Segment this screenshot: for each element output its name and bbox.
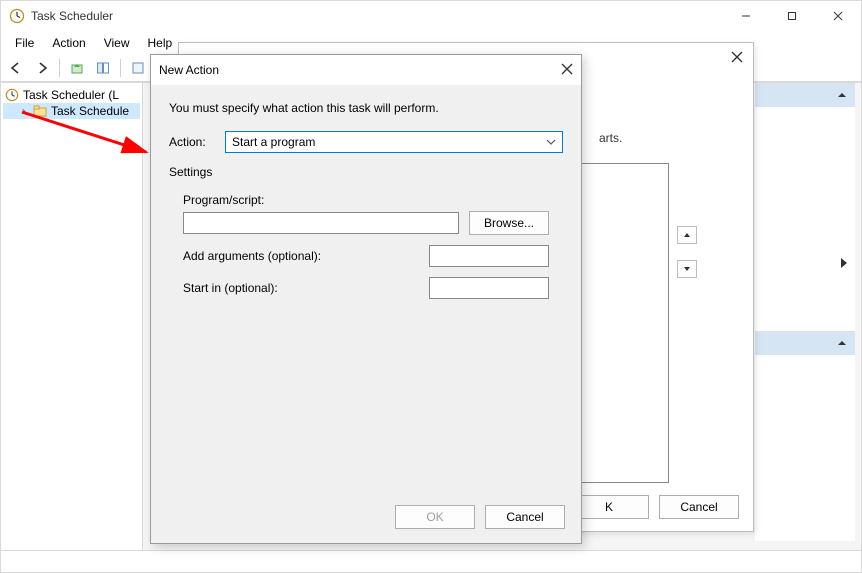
wizard-fragment-text: arts. xyxy=(599,131,622,145)
titlebar: Task Scheduler xyxy=(1,1,861,31)
clock-icon xyxy=(9,8,25,24)
minimize-button[interactable] xyxy=(723,1,769,31)
action-dropdown[interactable]: Start a program xyxy=(225,131,563,153)
browse-button[interactable]: Browse... xyxy=(469,211,549,235)
chevron-up-icon xyxy=(837,90,847,100)
tree-child-label: Task Schedule xyxy=(51,104,129,118)
menu-action[interactable]: Action xyxy=(44,33,93,53)
window-title: Task Scheduler xyxy=(31,9,723,23)
settings-label: Settings xyxy=(169,165,563,179)
folder-icon xyxy=(33,105,47,117)
action-dropdown-value: Start a program xyxy=(232,135,315,149)
new-action-dialog: New Action You must specify what action … xyxy=(150,54,582,544)
actions-pane xyxy=(755,83,855,541)
chevron-down-icon xyxy=(546,136,556,150)
window-buttons xyxy=(723,1,861,31)
show-hide-button[interactable] xyxy=(92,57,114,79)
toolbar-separator xyxy=(59,59,60,77)
dialog-close-button[interactable] xyxy=(561,63,573,78)
clock-icon xyxy=(5,88,19,102)
tree-pane: Task Scheduler (L › Task Schedule xyxy=(1,83,143,550)
wizard-up-button[interactable] xyxy=(677,226,697,244)
action-row: Action: Start a program xyxy=(169,131,563,153)
menu-file[interactable]: File xyxy=(7,33,42,53)
refresh-button[interactable] xyxy=(127,57,149,79)
forward-button[interactable] xyxy=(31,57,53,79)
tree-child[interactable]: › Task Schedule xyxy=(3,103,140,119)
dialog-footer: OK Cancel xyxy=(151,495,581,543)
ok-button[interactable]: OK xyxy=(395,505,475,529)
toolbar-separator xyxy=(120,59,121,77)
up-button[interactable] xyxy=(66,57,88,79)
arguments-input[interactable] xyxy=(429,245,549,267)
action-label: Action: xyxy=(169,135,215,149)
tree-root[interactable]: Task Scheduler (L xyxy=(3,87,140,103)
cancel-button[interactable]: Cancel xyxy=(485,505,565,529)
program-input[interactable] xyxy=(183,212,459,234)
back-button[interactable] xyxy=(5,57,27,79)
wizard-down-button[interactable] xyxy=(677,260,697,278)
chevron-up-icon xyxy=(837,338,847,348)
program-label: Program/script: xyxy=(183,193,264,207)
statusbar xyxy=(1,550,861,572)
dialog-header: New Action xyxy=(151,55,581,85)
dialog-title: New Action xyxy=(159,63,561,77)
dialog-body: You must specify what action this task w… xyxy=(151,85,581,495)
wizard-updown xyxy=(677,226,697,294)
maximize-button[interactable] xyxy=(769,1,815,31)
dialog-message: You must specify what action this task w… xyxy=(169,101,563,115)
chevron-right-icon: › xyxy=(19,104,29,118)
settings-box: Program/script: Browse... Add arguments … xyxy=(169,189,563,313)
wizard-close-button[interactable] xyxy=(731,51,743,66)
actions-subheader[interactable] xyxy=(755,331,855,355)
close-button[interactable] xyxy=(815,1,861,31)
startin-input[interactable] xyxy=(429,277,549,299)
tree-root-label: Task Scheduler (L xyxy=(23,88,119,102)
wizard-cancel-button[interactable]: Cancel xyxy=(659,495,739,519)
actions-header[interactable] xyxy=(755,83,855,107)
expand-arrow-icon[interactable] xyxy=(839,257,849,272)
menu-view[interactable]: View xyxy=(96,33,138,53)
arguments-label: Add arguments (optional): xyxy=(183,249,419,263)
menu-help[interactable]: Help xyxy=(140,33,181,53)
startin-label: Start in (optional): xyxy=(183,281,419,295)
